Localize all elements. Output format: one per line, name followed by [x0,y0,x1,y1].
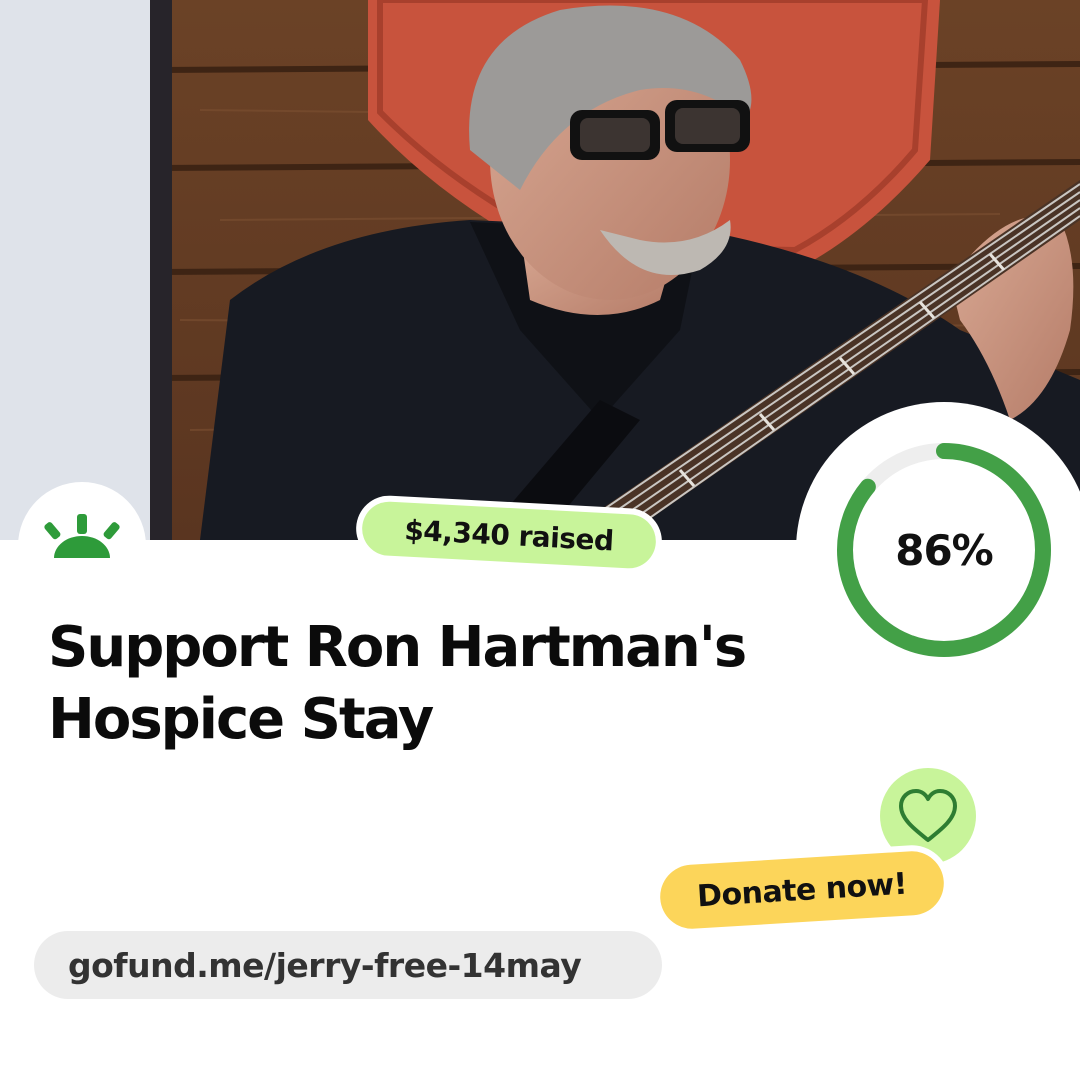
heart-icon [899,789,957,842]
gofundme-sun-icon [44,514,120,558]
progress-percent: 86% [895,525,994,575]
raised-label: $4,340 raised [360,500,658,570]
campaign-title: Support Ron Hartman's Hospice Stay [48,615,747,752]
campaign-link[interactable]: gofund.me/jerry-free-14may [34,931,662,999]
donate-now-button[interactable]: Donate now! [658,849,946,931]
logo-badge [18,482,146,610]
